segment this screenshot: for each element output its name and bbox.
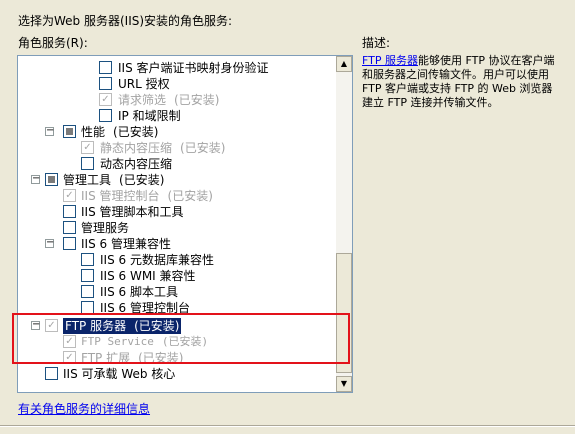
tree-item-name: 管理工具 (63, 173, 112, 187)
roles-label: 角色服务(R): (18, 36, 88, 50)
tree-item[interactable]: IIS 客户端证书映射身份验证 (18, 60, 338, 76)
tree-item-checkbox[interactable] (45, 367, 58, 380)
tree-item-checkbox[interactable] (99, 61, 112, 74)
tree-item[interactable]: ✓ IIS 管理控制台 (已安装) (18, 188, 338, 204)
tree-item-label[interactable]: 管理工具 (已安装) (63, 172, 164, 188)
installed-status: (已安装) (113, 125, 159, 139)
tree-item-name: 性能 (81, 125, 106, 139)
tree-item-name: IP 和域限制 (118, 109, 181, 123)
tree-item-label[interactable]: 管理服务 (81, 220, 129, 236)
tree-item-name: IIS 6 脚本工具 (100, 285, 178, 299)
tree-item-checkbox[interactable] (63, 125, 76, 138)
tree-item-name: IIS 可承载 Web 核心 (63, 367, 176, 381)
tree-item[interactable]: URL 授权 (18, 76, 338, 92)
tree-item[interactable]: 动态内容压缩 (18, 156, 338, 172)
tree-item-label[interactable]: 请求筛选 (已安装) (118, 92, 219, 108)
tree-item[interactable]: − 管理工具 (已安装) (18, 172, 338, 188)
tree-item-checkbox[interactable] (63, 221, 76, 234)
tree-item-checkbox[interactable] (81, 157, 94, 170)
tree-item-label[interactable]: IIS 6 元数据库兼容性 (100, 252, 214, 268)
tree-item-checkbox[interactable] (81, 253, 94, 266)
tree-item-name: IIS 管理控制台 (81, 189, 160, 203)
collapse-icon[interactable]: − (45, 238, 54, 248)
tree-item-checkbox[interactable] (81, 285, 94, 298)
tree-item-label[interactable]: 性能 (已安装) (81, 124, 158, 140)
tree-item-checkbox[interactable] (45, 173, 58, 186)
tree-item[interactable]: ✓ 静态内容压缩 (已安装) (18, 140, 338, 156)
tree-item[interactable]: IIS 管理脚本和工具 (18, 204, 338, 220)
page-title: 选择为Web 服务器(IIS)安装的角色服务: (18, 14, 233, 28)
tree-item-checkbox[interactable] (81, 269, 94, 282)
tree-item-label[interactable]: IIS 客户端证书映射身份验证 (118, 60, 269, 76)
tree-item-label[interactable]: IIS 可承载 Web 核心 (63, 366, 175, 382)
tree-item-checkbox[interactable]: ✓ (63, 189, 76, 202)
tree-item-label[interactable]: IIS 6 管理兼容性 (81, 236, 171, 252)
tree-item-name: IIS 6 WMI 兼容性 (100, 269, 196, 283)
tree-item-label[interactable]: IP 和域限制 (118, 108, 181, 124)
scroll-up-button[interactable]: ▲ (336, 56, 352, 72)
scroll-up-icon: ▲ (340, 59, 348, 68)
tree-item-label[interactable]: IIS 管理脚本和工具 (81, 204, 184, 220)
tree-item[interactable]: IIS 6 脚本工具 (18, 284, 338, 300)
tree-item-name: 请求筛选 (118, 93, 167, 107)
tree-item[interactable]: IIS 6 WMI 兼容性 (18, 268, 338, 284)
tree-item[interactable]: − IIS 6 管理兼容性 (18, 236, 338, 252)
tree-item-label[interactable]: IIS 管理控制台 (已安装) (81, 188, 213, 204)
checkmark-icon: ✓ (65, 190, 74, 201)
installed-status: (已安装) (174, 93, 220, 107)
tree-item-checkbox[interactable] (99, 109, 112, 122)
tree-item-checkbox[interactable]: ✓ (99, 93, 112, 106)
tree-item-label[interactable]: IIS 6 脚本工具 (100, 284, 178, 300)
tree-item-checkbox[interactable] (63, 205, 76, 218)
more-info-link[interactable]: 有关角色服务的详细信息 (18, 400, 150, 417)
collapse-icon[interactable]: − (31, 174, 40, 184)
tree-item[interactable]: − 性能 (已安装) (18, 124, 338, 140)
ftp-highlight-box (12, 313, 350, 364)
tree-item-name: URL 授权 (118, 77, 170, 91)
tree-item-name: 静态内容压缩 (100, 141, 173, 155)
tree-item[interactable]: 管理服务 (18, 220, 338, 236)
tree-item-name: IIS 6 管理兼容性 (81, 237, 171, 251)
bottom-divider (0, 425, 575, 427)
tree-item-name: IIS 6 元数据库兼容性 (100, 253, 214, 267)
collapse-icon[interactable]: − (45, 126, 54, 136)
tree-item-checkbox[interactable] (63, 237, 76, 250)
tree-item[interactable]: ✓ 请求筛选 (已安装) (18, 92, 338, 108)
scroll-down-button[interactable]: ▼ (336, 376, 352, 392)
tree-item[interactable]: IP 和域限制 (18, 108, 338, 124)
checkmark-icon: ✓ (83, 142, 92, 153)
tree-item-checkbox[interactable]: ✓ (81, 141, 94, 154)
description-link[interactable]: FTP 服务器 (362, 54, 418, 67)
tree-item[interactable]: IIS 可承载 Web 核心 (18, 366, 338, 382)
checkmark-icon: ✓ (101, 94, 110, 105)
tree-item-label[interactable]: URL 授权 (118, 76, 170, 92)
installed-status: (已安装) (119, 173, 165, 187)
tree-item-name: 动态内容压缩 (100, 157, 173, 171)
tree-item-name: IIS 管理脚本和工具 (81, 205, 184, 219)
tree-item-label[interactable]: IIS 6 WMI 兼容性 (100, 268, 196, 284)
tree-item-label[interactable]: 动态内容压缩 (100, 156, 172, 172)
tree-item-label[interactable]: 静态内容压缩 (已安装) (100, 140, 225, 156)
tree-item-name: IIS 客户端证书映射身份验证 (118, 61, 269, 75)
description-label: 描述: (362, 36, 391, 50)
tree-item-name: 管理服务 (81, 221, 130, 235)
installed-status: (已安装) (167, 189, 213, 203)
installed-status: (已安装) (180, 141, 226, 155)
tree-item[interactable]: IIS 6 元数据库兼容性 (18, 252, 338, 268)
scroll-down-icon: ▼ (340, 379, 348, 388)
tree-item-checkbox[interactable] (99, 77, 112, 90)
description-text: FTP 服务器能够使用 FTP 协议在客户端和服务器之间传输文件。用户可以使用 … (362, 54, 557, 110)
